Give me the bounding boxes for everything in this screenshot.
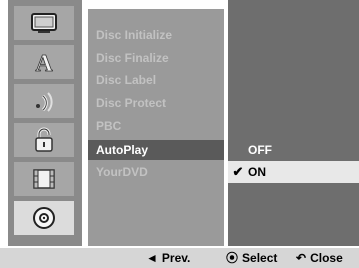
menu-item-disc-protect[interactable]: Disc Protect bbox=[96, 93, 166, 113]
menu-item-disc-finalize[interactable]: Disc Finalize bbox=[96, 48, 169, 68]
language-icon: A bbox=[35, 51, 54, 75]
menu-item-pbc[interactable]: PBC bbox=[96, 116, 121, 136]
disc-icon bbox=[33, 207, 55, 229]
checkmark-icon: ✔ bbox=[232, 164, 244, 179]
prev-hint[interactable]: ◄ Prev. bbox=[146, 248, 190, 268]
category-audio[interactable] bbox=[14, 84, 74, 118]
tv-icon bbox=[31, 13, 57, 33]
category-lock[interactable] bbox=[14, 123, 74, 157]
option-off[interactable]: OFF bbox=[228, 139, 359, 161]
close-hint[interactable]: ↶ Close bbox=[296, 248, 343, 268]
audio-icon bbox=[36, 92, 53, 112]
select-label: Select bbox=[242, 251, 278, 265]
option-off-label: OFF bbox=[248, 143, 272, 157]
menu-item-autoplay[interactable]: AutoPlay bbox=[88, 140, 224, 160]
category-language[interactable]: A bbox=[14, 45, 74, 79]
menu-item-disc-label[interactable]: Disc Label bbox=[96, 70, 156, 90]
option-panel: OFF ✔ ON bbox=[228, 0, 359, 246]
menu-item-disc-initialize[interactable]: Disc Initialize bbox=[96, 25, 172, 45]
option-on-label: ON bbox=[248, 165, 266, 179]
prev-label: Prev. bbox=[161, 251, 191, 265]
category-disc[interactable] bbox=[14, 201, 74, 235]
lock-icon bbox=[35, 127, 53, 152]
close-label: Close bbox=[310, 251, 343, 265]
enter-button-icon: ⦿ bbox=[226, 251, 239, 265]
category-tv[interactable] bbox=[14, 6, 74, 40]
disc-settings-menu: Disc Initialize Disc Finalize Disc Label… bbox=[88, 9, 224, 246]
footer-hint-bar: ◄ Prev. ⦿ Select ↶ Close bbox=[0, 248, 359, 268]
menu-item-yourdvd[interactable]: YourDVD bbox=[96, 162, 148, 182]
return-arrow-icon: ↶ bbox=[296, 251, 307, 265]
setup-menu-screen: A Disc Initialize Disc Finalize Disc Lab… bbox=[0, 0, 359, 268]
option-on[interactable]: ✔ ON bbox=[228, 161, 359, 183]
category-sidebar: A bbox=[8, 0, 82, 246]
recording-icon bbox=[33, 169, 55, 189]
category-recording[interactable] bbox=[14, 162, 74, 196]
left-arrow-icon: ◄ bbox=[146, 251, 158, 265]
svg-text:A: A bbox=[35, 51, 53, 75]
select-hint[interactable]: ⦿ Select bbox=[226, 248, 277, 268]
